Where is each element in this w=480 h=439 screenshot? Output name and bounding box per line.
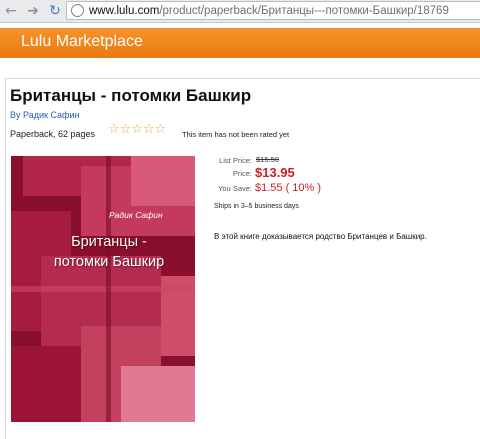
list-price: $15.50 (256, 155, 279, 164)
author-link[interactable]: By Радик Сафин (10, 110, 79, 120)
forward-arrow-icon[interactable]: ➔ (24, 2, 42, 20)
marketplace-header: Lulu Marketplace (0, 28, 480, 58)
price-label: Price: (232, 169, 252, 178)
format-info: Paperback, 62 pages (10, 129, 96, 139)
product-title: Британцы - потомки Башкир (10, 86, 252, 105)
cover-title-line2: потомки Башкир (53, 254, 165, 270)
shipping-info: Ships in 3–5 business days (214, 203, 299, 210)
you-save-value: $1.55 ( 10% ) (255, 182, 322, 194)
price-value: $13.95 (255, 165, 295, 180)
rating-stars-icon[interactable]: ☆☆☆☆☆ (108, 122, 166, 137)
url-text: www.lulu.com/product/paperback/Британцы-… (89, 3, 449, 19)
book-cover-image[interactable]: Радик Сафин Британцы - потомки Башкир (11, 156, 195, 422)
browser-toolbar: ← ➔ ↻ www.lulu.com/product/paperback/Бри… (0, 0, 480, 23)
you-save-label: You Save: (218, 184, 252, 193)
rating-note: This item has not been rated yet (182, 130, 290, 139)
url-host: www.lulu.com (89, 5, 160, 17)
list-price-label: List Price: (219, 156, 252, 165)
url-path: /product/paperback/Британцы---потомки-Ба… (159, 5, 449, 17)
cover-title-line1: Британцы - (71, 234, 147, 250)
address-bar[interactable]: www.lulu.com/product/paperback/Британцы-… (66, 1, 480, 20)
back-arrow-icon[interactable]: ← (2, 2, 20, 20)
marketplace-title[interactable]: Lulu Marketplace (21, 33, 143, 51)
cover-author: Радик Сафин (109, 210, 163, 220)
cover-artwork (11, 156, 195, 422)
page-globe-icon (71, 4, 84, 17)
cover-title: Британцы - потомки Башкир (21, 232, 195, 272)
product-description: В этой книге доказывается родство Британ… (214, 232, 427, 241)
reload-icon[interactable]: ↻ (46, 2, 64, 20)
